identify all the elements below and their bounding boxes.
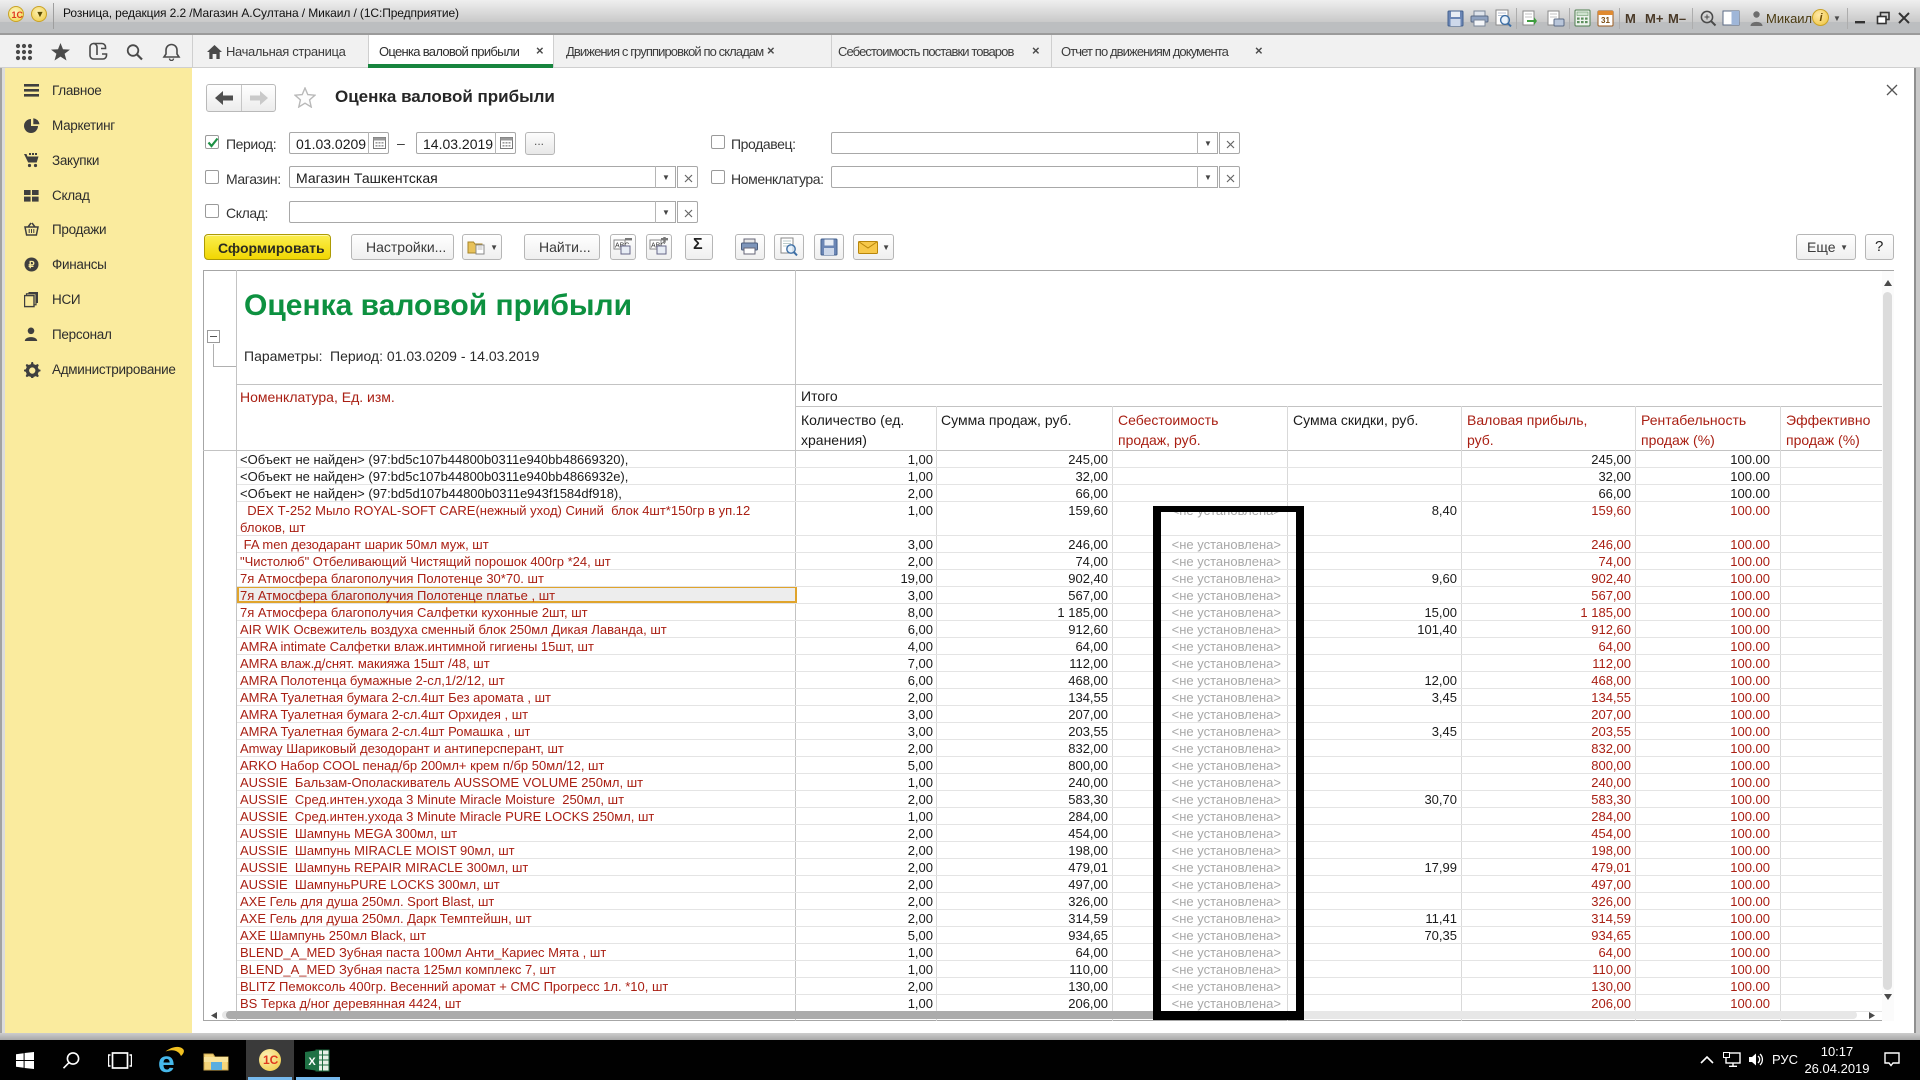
svg-text:e: e [158,1046,175,1076]
svg-text:X: X [308,1056,316,1068]
svg-text:₽: ₽ [28,260,35,271]
svg-text:31: 31 [1601,16,1610,25]
